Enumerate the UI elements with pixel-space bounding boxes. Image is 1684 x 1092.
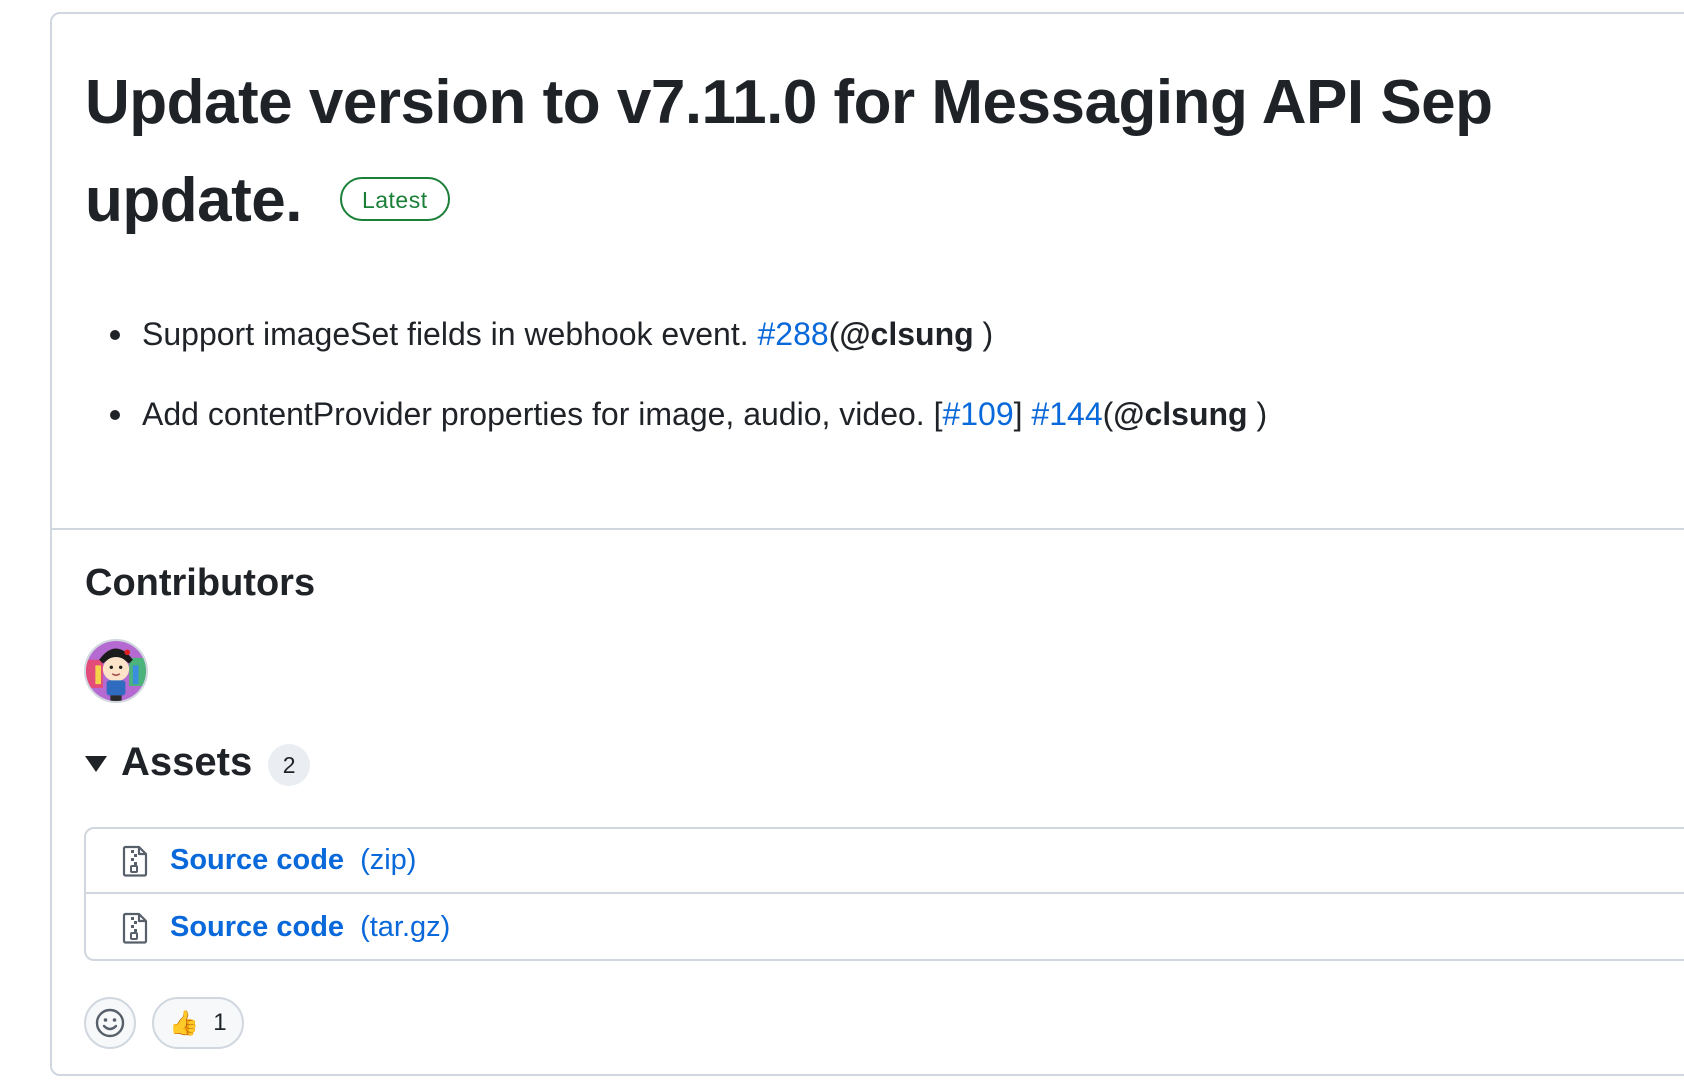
assets-count-badge: 2: [268, 744, 311, 786]
release-title-text: Update version to v7.11.0 for Messaging …: [85, 68, 1493, 235]
thumbs-up-reaction[interactable]: 👍 1: [152, 997, 244, 1049]
issue-link[interactable]: #109: [942, 396, 1013, 432]
note-item: Support imageSet fields in webhook event…: [110, 314, 1267, 354]
asset-list: Source code (zip) Source code (tar.gz): [84, 827, 1684, 961]
user-mention[interactable]: @clsung: [839, 316, 973, 352]
triangle-down-icon: [85, 756, 107, 772]
note-item: Add contentProvider properties for image…: [110, 394, 1267, 434]
user-mention[interactable]: @clsung: [1113, 396, 1247, 432]
issue-link[interactable]: #288: [757, 316, 828, 352]
release-title: Update version to v7.11.0 for Messaging …: [85, 54, 1585, 250]
bullet: [110, 330, 120, 340]
asset-row[interactable]: Source code (tar.gz): [86, 895, 1684, 960]
avatar-image: [86, 641, 146, 701]
paren-open: (: [828, 316, 840, 352]
asset-row[interactable]: Source code (zip): [86, 829, 1684, 894]
paren-open: (: [1102, 396, 1114, 432]
section-divider: [52, 528, 1684, 530]
release-notes: Support imageSet fields in webhook event…: [110, 314, 1267, 474]
file-zip-icon: [122, 912, 148, 944]
add-reaction-button[interactable]: [84, 997, 136, 1049]
bracket-close: ]: [1013, 396, 1032, 432]
asset-format[interactable]: (zip): [360, 844, 416, 877]
asset-link[interactable]: Source code: [170, 911, 344, 944]
assets-heading: Assets: [121, 739, 253, 784]
issue-link[interactable]: #144: [1031, 396, 1102, 432]
paren-close: ): [973, 316, 994, 352]
paren-close: ): [1247, 396, 1268, 432]
reaction-count: 1: [213, 1009, 227, 1036]
note-text: Support imageSet fields in webhook event…: [142, 316, 758, 352]
note-text: Add contentProvider properties for image…: [142, 396, 943, 432]
thumbs-up-icon: 👍: [169, 1009, 200, 1037]
latest-badge: Latest: [339, 176, 450, 221]
contributors-heading: Contributors: [85, 562, 316, 604]
asset-link[interactable]: Source code: [170, 844, 344, 877]
bullet: [110, 410, 120, 420]
assets-toggle[interactable]: Assets 2: [85, 734, 311, 790]
release-card: Update version to v7.11.0 for Messaging …: [50, 12, 1684, 1076]
asset-format[interactable]: (tar.gz): [360, 911, 450, 944]
smiley-icon: [95, 1008, 125, 1038]
contributor-avatar[interactable]: [84, 639, 148, 703]
file-zip-icon: [122, 845, 148, 877]
